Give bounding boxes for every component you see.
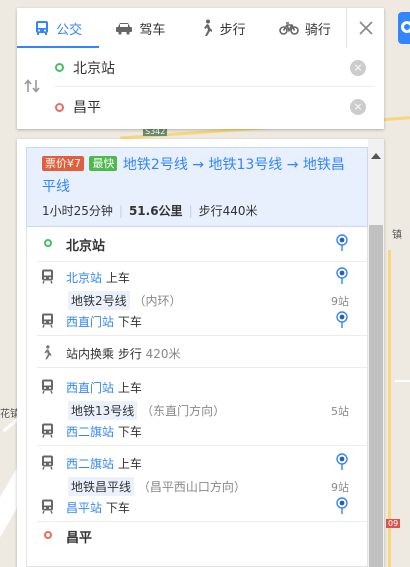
swap-icon [24,79,40,93]
route-summary[interactable]: 票价¥7 最快 地铁2号线 → 地铁13号线 → 地铁昌平线 1小时25分钟 | 5… [26,147,368,227]
board-station[interactable]: 西直门站 [66,381,114,395]
close-icon [358,21,373,35]
alight-suffix: 下车 [105,501,130,515]
route-distance: 51.6公里 [128,204,183,218]
tab-label: 公交 [56,22,83,38]
end-name: 昌平 [66,531,93,546]
close-button[interactable] [346,8,384,48]
start-name: 北京站 [66,239,106,254]
alight-suffix: 下车 [117,425,142,439]
start-point-icon [44,239,52,247]
scroll-up-icon[interactable] [371,153,381,159]
transfer-distance: 420米 [145,347,181,361]
route-steps: 北京站 北京站 上车 地铁2号线 （内环） 9站 西直门站 下车 站内换乘 步行… [26,227,368,567]
bike-icon [279,21,299,35]
line-name[interactable]: 地铁2号线 [68,291,130,310]
tab-walk[interactable]: 步行 [182,8,264,48]
fastest-badge: 最快 [89,156,118,171]
map-road-tag: 09 [386,519,401,528]
clear-destination-icon[interactable]: × [350,99,366,115]
price-badge: 票价¥7 [42,156,84,171]
map-pin-icon[interactable] [336,497,348,518]
locate-button[interactable] [398,12,410,44]
subway-icon [41,379,54,397]
map-pin-icon[interactable] [336,311,348,332]
stop-count: 9站 [331,295,349,308]
walk-icon [200,19,214,37]
route-search-panel: 公交 驾车 步行 骑行 北京站 × 昌平 × [17,8,384,129]
line-direction: （东直门方向） [141,404,226,418]
map-place-label: 镇 [392,230,402,241]
alight-suffix: 下车 [117,315,142,329]
origin-field[interactable]: 北京站 × [55,49,374,87]
car-icon [115,21,133,35]
transfer-text: 站内换乘 步行 [66,347,142,361]
origin-input[interactable]: 北京站 [73,58,115,78]
map-pin-icon[interactable] [336,234,348,255]
tab-label: 驾车 [139,22,166,38]
board-station[interactable]: 北京站 [66,271,102,285]
swap-button[interactable] [24,78,40,97]
line-name[interactable]: 地铁昌平线 [68,477,135,496]
board-station[interactable]: 西二旗站 [66,457,114,471]
destination-field[interactable]: 昌平 × [55,88,374,126]
line-direction: （昌平西山口方向） [137,480,246,494]
route-lines: 地铁2号线 → 地铁13号线 → 地铁昌平线 [42,157,345,195]
mode-tabs: 公交 驾车 步行 骑行 [17,8,346,48]
subway-icon [41,455,54,473]
origin-marker-icon [55,63,64,72]
tab-bike[interactable]: 骑行 [264,8,346,48]
stop-count: 9站 [331,481,349,494]
board-suffix: 上车 [117,457,142,471]
destination-marker-icon [55,102,64,112]
subway-icon [41,313,54,331]
map-pin-icon[interactable] [336,453,348,474]
tab-drive[interactable]: 驾车 [99,8,181,48]
map-pin-icon[interactable] [336,267,348,288]
locate-icon [401,21,410,33]
results-scrollbar[interactable] [368,139,384,567]
clear-origin-icon[interactable]: × [350,59,366,76]
alight-station[interactable]: 昌平站 [66,501,102,515]
board-suffix: 上车 [117,381,142,395]
route-result-panel: 票价¥7 最快 地铁2号线 → 地铁13号线 → 地铁昌平线 1小时25分钟 | 5… [17,139,384,567]
walk-icon [41,344,53,364]
destination-input[interactable]: 昌平 [73,97,101,117]
alight-station[interactable]: 西直门站 [66,315,114,329]
scroll-thumb[interactable] [369,225,383,567]
end-point-icon [44,531,52,539]
subway-icon [41,269,54,287]
bus-icon [34,20,50,36]
tab-transit[interactable]: 公交 [17,8,100,48]
line-direction: （内环） [133,294,182,308]
tab-label: 骑行 [304,22,331,38]
subway-icon [41,423,54,441]
tab-label: 步行 [219,22,246,38]
alight-station[interactable]: 西二旗站 [66,425,114,439]
stop-count: 5站 [331,405,349,418]
line-name[interactable]: 地铁13号线 [68,401,138,420]
route-duration: 1小时25分钟 [42,204,113,218]
subway-icon [41,499,54,517]
board-suffix: 上车 [105,271,130,285]
route-walk: 步行440米 [198,204,258,218]
